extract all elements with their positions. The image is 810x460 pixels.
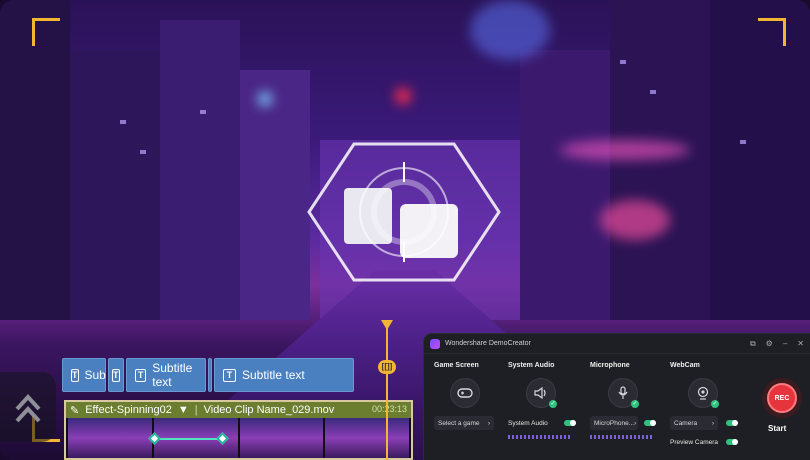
clip-thumbnails [66,418,411,458]
camera-dropdown[interactable]: Camera › [670,416,718,430]
clip-name: Video Clip Name_029.mov [203,404,335,416]
subtitle-clip-label: Sub [84,368,106,382]
chevron-right-icon: › [487,419,490,427]
app-title: Wondershare DemoCreator [445,340,531,347]
webcam-icon [697,386,709,400]
neon-sign-glow [560,140,690,160]
playhead-handle[interactable]: [[]] [378,360,396,374]
microphone-button[interactable]: ✓ [608,378,639,408]
traffic-light-glow [395,88,411,104]
game-screen-column: Game Screen Select a game › [434,362,512,430]
subtitle-clip[interactable]: T Sub [62,358,106,392]
microphone-dropdown[interactable]: MicroPhone... › [590,416,638,430]
street-light-glow [258,92,272,106]
webcam-title: WebCam [670,362,700,369]
system-audio-label: System Audio [508,419,548,427]
subtitle-clip[interactable]: T Subtitle text [126,358,206,392]
crosshair-reticle-icon [307,142,501,282]
enabled-check-icon: ✓ [631,400,639,408]
playhead[interactable] [386,322,388,460]
text-icon: T [223,368,236,382]
building [710,0,810,320]
system-audio-column: System Audio ✓ System Audio [508,362,586,439]
game-screen-title: Game Screen [434,362,479,369]
building [160,20,240,320]
chevron-right-icon: › [711,419,714,427]
start-label: Start [768,424,787,433]
minimize-icon[interactable]: – [783,339,787,349]
enabled-check-icon: ✓ [711,400,719,408]
webcam-button[interactable]: ✓ [688,378,719,408]
speaker-button[interactable]: ✓ [526,378,557,408]
preview-camera-toggle[interactable] [726,439,738,445]
preview-camera-label: Preview Camera [670,438,719,446]
sky-glow [470,0,550,60]
chevron-up-icon [15,394,41,423]
system-audio-toggle[interactable] [564,420,576,426]
collapse-button[interactable] [0,372,56,442]
building [610,0,710,320]
video-clip[interactable]: ✎ Effect-Spinning02 ▼ | Video Clip Name_… [64,400,413,460]
select-game-label: Select a game [438,419,480,427]
chevron-right-icon: › [634,419,637,427]
subtitle-clip[interactable]: T Subtitle text [214,358,354,392]
microphone-meter [590,435,652,439]
microphone-column: Microphone ✓ MicroPhone... › [590,362,668,439]
microphone-title: Microphone [590,362,630,369]
hud-corner-top-right [758,18,786,46]
building [240,70,310,320]
gamepad-icon [457,388,473,398]
text-icon: T [71,368,79,382]
preview-camera-row: Preview Camera [670,436,738,448]
clip-duration: 00:23:13 [371,404,407,414]
microphone-label: MicroPhone... [594,419,635,427]
title-bar: Wondershare DemoCreator ⧉ ⚙ – ✕ [424,334,810,354]
record-button-ring: REC [762,378,802,418]
app-logo-icon [430,338,440,349]
text-icon: T [135,368,147,382]
subtitle-clip-label: Subtitle text [242,368,305,382]
hud-corner-top-left [32,18,60,46]
camera-toggle[interactable] [726,420,738,426]
gamepad-button[interactable] [450,378,480,408]
webcam-column: WebCam ✓ Camera › Preview Camera [670,362,748,446]
microphone-toggle[interactable] [644,420,656,426]
subtitle-clip-label: Subtitle text [152,361,193,389]
building [0,0,70,320]
subtitle-clip[interactable] [208,358,212,392]
effect-name: Effect-Spinning02 [85,404,172,416]
system-audio-title: System Audio [508,362,555,369]
video-clip-header: ✎ Effect-Spinning02 ▼ | Video Clip Name_… [66,402,411,418]
minimize-panel-icon[interactable]: ⧉ [750,339,756,349]
text-icon: T [112,368,120,382]
keyframe-line [156,438,224,440]
building [520,50,610,320]
chevron-down-icon[interactable]: ▼ [178,404,189,416]
enabled-check-icon: ✓ [549,400,557,408]
separator: | [194,404,198,416]
select-game-dropdown[interactable]: Select a game › [434,416,494,430]
microphone-icon [618,386,628,399]
camera-label: Camera [674,419,698,427]
record-button[interactable]: REC [767,383,797,413]
subtitle-clip[interactable]: T [108,358,124,392]
neon-sign-glow [600,200,670,240]
speaker-icon [534,387,546,399]
settings-gear-icon[interactable]: ⚙ [766,339,773,349]
democreator-panel: Wondershare DemoCreator ⧉ ⚙ – ✕ Game Scr… [424,334,810,460]
system-audio-row: System Audio [508,417,576,429]
system-audio-meter [508,435,570,439]
effect-icon: ✎ [70,404,80,417]
building [70,50,160,320]
close-icon[interactable]: ✕ [797,339,804,349]
